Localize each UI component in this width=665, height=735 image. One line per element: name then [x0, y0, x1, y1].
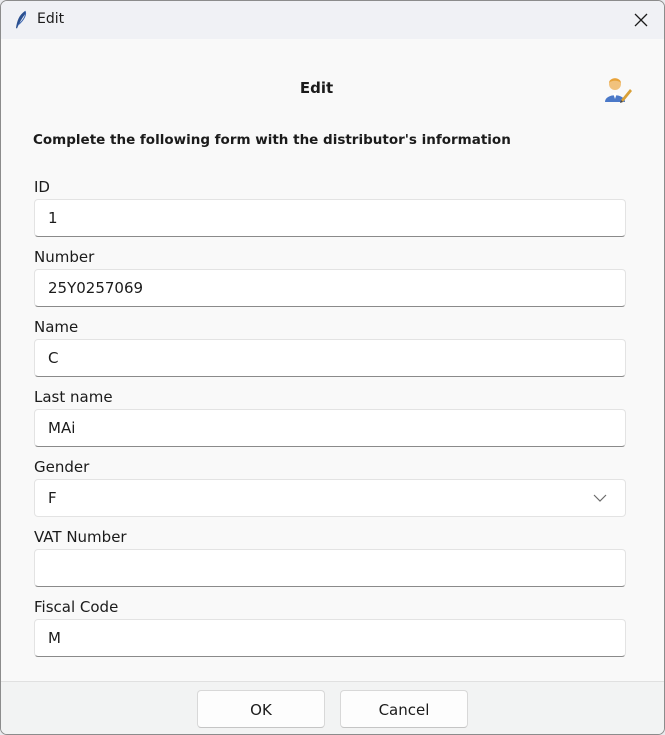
close-icon — [634, 13, 648, 27]
number-field[interactable]: 25Y0257069 — [34, 269, 626, 307]
fiscal-code-value: M — [48, 629, 61, 647]
last-name-label: Last name — [34, 388, 113, 406]
gender-label: Gender — [34, 458, 90, 476]
form-content: Edit Complete the following form with th… — [1, 39, 664, 681]
close-button[interactable] — [618, 1, 664, 39]
id-label: ID — [34, 178, 50, 196]
cancel-button[interactable]: Cancel — [340, 690, 468, 728]
gender-select[interactable]: F — [34, 479, 626, 517]
last-name-value: MAi — [48, 419, 76, 437]
number-value: 25Y0257069 — [48, 279, 144, 297]
title-bar[interactable]: Edit — [1, 1, 664, 39]
window-title: Edit — [37, 11, 65, 27]
gender-value: F — [48, 489, 57, 507]
vat-number-field[interactable] — [34, 549, 626, 587]
fiscal-code-field[interactable]: M — [34, 619, 626, 657]
dialog-window: Edit Edit Complete the following form wi… — [0, 0, 665, 735]
vat-number-label: VAT Number — [34, 528, 127, 546]
user-edit-icon — [605, 78, 632, 103]
chevron-down-icon — [593, 494, 607, 502]
dialog-footer: OK Cancel — [1, 681, 664, 734]
page-title: Edit — [299, 79, 334, 97]
last-name-field[interactable]: MAi — [34, 409, 626, 447]
id-value: 1 — [48, 209, 58, 227]
form-instructions: Complete the following form with the dis… — [33, 132, 511, 148]
name-label: Name — [34, 318, 79, 336]
id-field[interactable]: 1 — [34, 199, 626, 237]
name-value: C — [48, 349, 59, 367]
number-label: Number — [34, 248, 95, 266]
feather-icon — [16, 10, 27, 29]
ok-button[interactable]: OK — [197, 690, 325, 728]
fiscal-code-label: Fiscal Code — [34, 598, 119, 616]
name-field[interactable]: C — [34, 339, 626, 377]
